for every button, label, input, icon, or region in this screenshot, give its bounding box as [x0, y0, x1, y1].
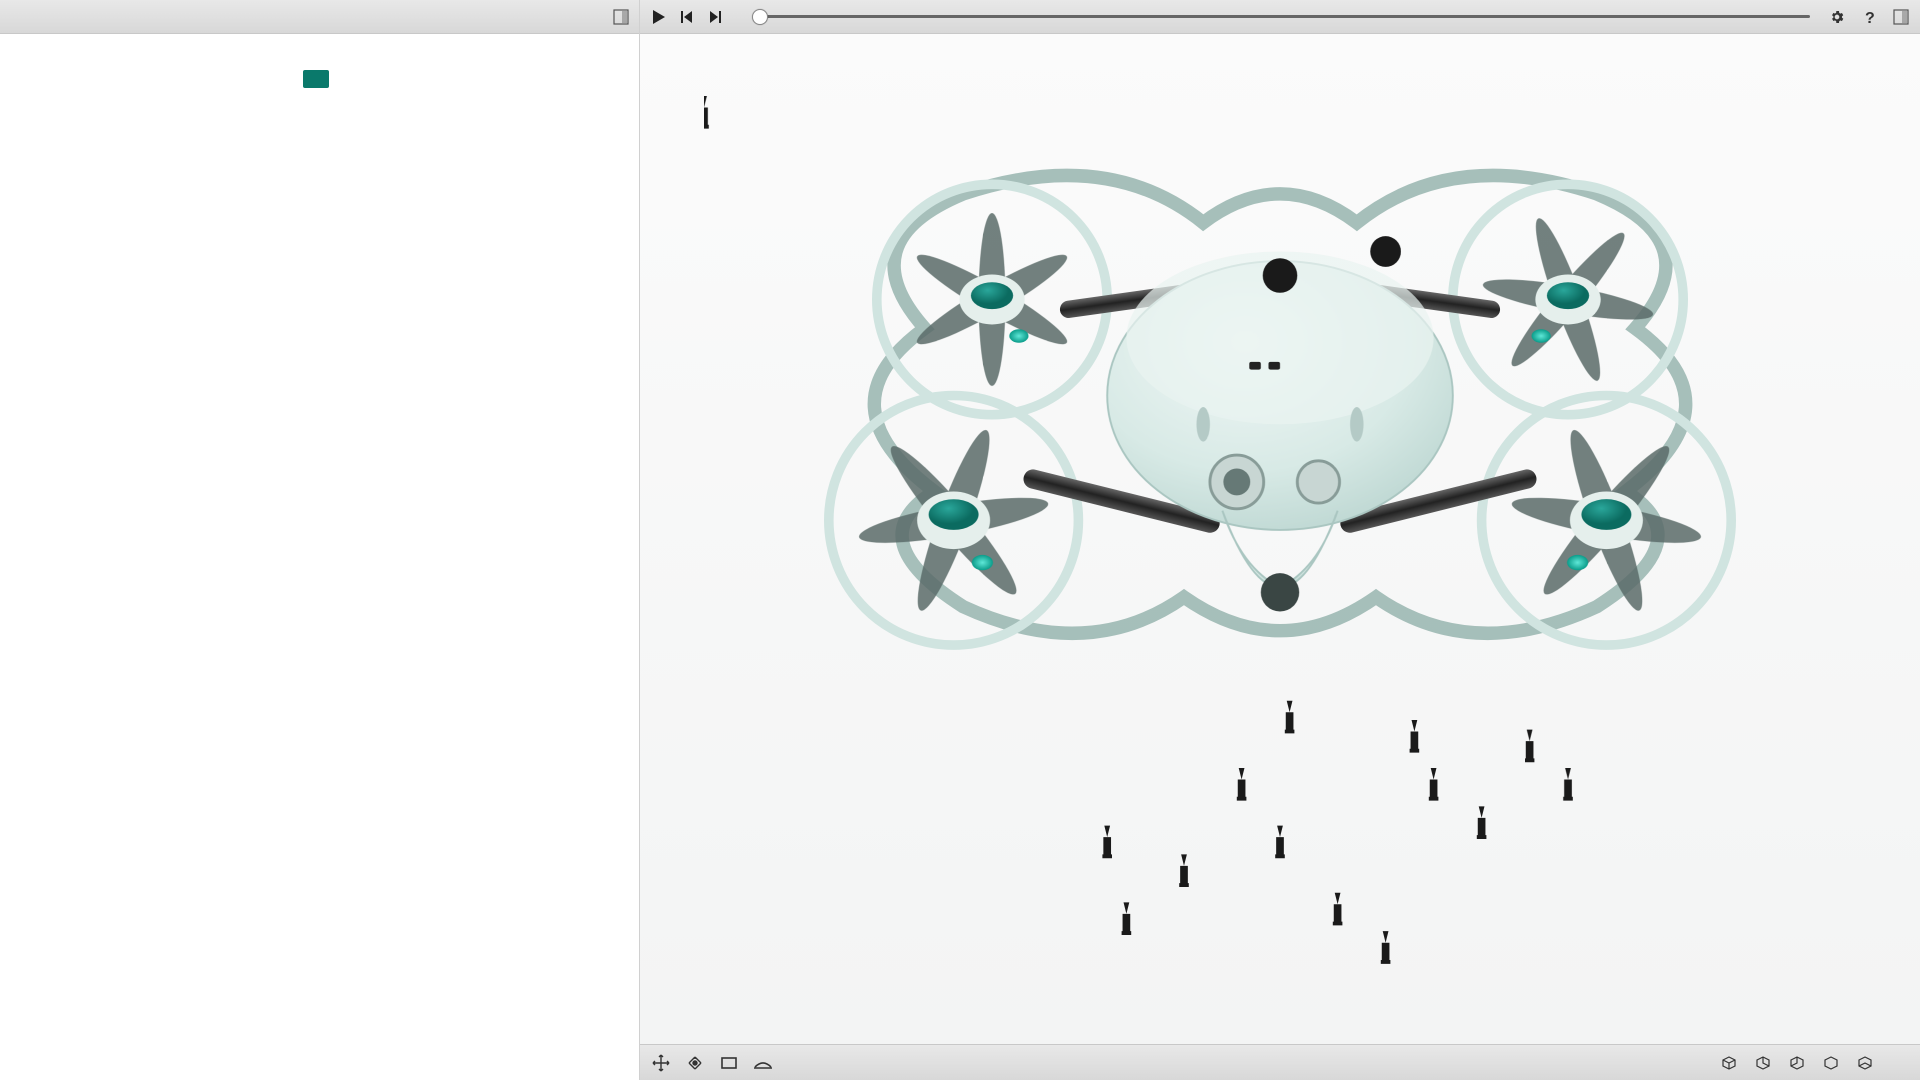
left-content-scroll[interactable]: [0, 34, 639, 1080]
rotate-tool-icon[interactable]: [684, 1052, 706, 1074]
3d-viewer[interactable]: [640, 34, 1920, 1044]
app-root: ?: [0, 0, 1920, 1080]
settings-icon[interactable]: [1826, 6, 1848, 28]
timeline-track[interactable]: [760, 15, 1810, 18]
right-panel: ?: [640, 0, 1920, 1080]
ground-plane-icon[interactable]: [752, 1052, 774, 1074]
procedure-3d-badge[interactable]: [303, 70, 329, 88]
iso-view-2-icon[interactable]: [1752, 1052, 1774, 1074]
iso-view-6-icon[interactable]: [!IMPORTANT] > **That last category is t…: [1888, 1052, 1910, 1074]
timeline-wrap: [750, 15, 1820, 18]
help-icon[interactable]: ?: [1858, 6, 1880, 28]
iso-view-1-icon[interactable]: [1718, 1052, 1740, 1074]
iso-view-5-icon[interactable]: [1854, 1052, 1876, 1074]
left-panel: [0, 0, 640, 1080]
fit-view-icon[interactable]: [718, 1052, 740, 1074]
viewer-toolbar: [!IMPORTANT] > **That last category is t…: [640, 1044, 1920, 1080]
timeline-knob[interactable]: [752, 9, 768, 25]
prev-step-button[interactable]: [676, 6, 698, 28]
bolts-group: [704, 95, 709, 128]
svg-text:?: ?: [1865, 10, 1875, 25]
viewer-panel-options-icon[interactable]: [1890, 6, 1912, 28]
player-bar: ?: [640, 0, 1920, 34]
play-button[interactable]: [648, 6, 670, 28]
iso-view-3-icon[interactable]: [1786, 1052, 1808, 1074]
drone-model: [704, 85, 1856, 994]
left-header: [0, 0, 639, 34]
move-tool-icon[interactable]: [650, 1052, 672, 1074]
panel-options-icon[interactable]: [611, 7, 631, 27]
procedure-header: [14, 70, 631, 88]
iso-view-4-icon[interactable]: [1820, 1052, 1842, 1074]
next-step-button[interactable]: [704, 6, 726, 28]
